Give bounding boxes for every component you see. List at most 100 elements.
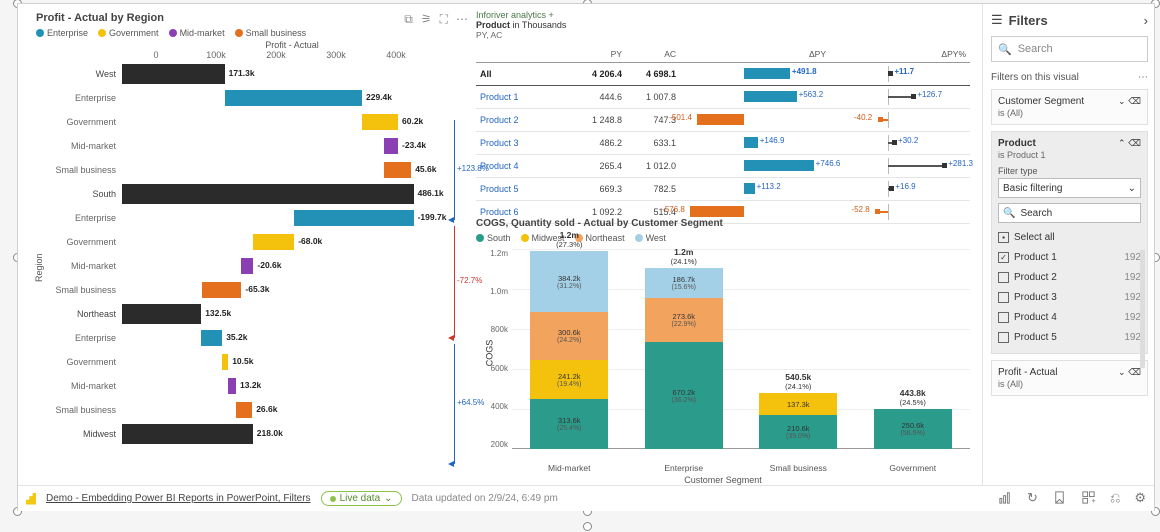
stack-segment[interactable]: 250.6k(56.5%)	[874, 409, 952, 449]
bar-row[interactable]: Mid-market-20.6k	[36, 254, 468, 278]
table-row[interactable]: Product 4265.41 012.0+746.6+281.3	[476, 155, 970, 178]
chevron-down-icon[interactable]: ⌄	[1118, 96, 1126, 106]
copy-icon[interactable]: ⧉	[404, 12, 413, 27]
filter-item[interactable]: Product 4192	[998, 307, 1141, 327]
clear-icon[interactable]: ⌫	[1128, 138, 1141, 148]
clear-icon[interactable]: ⌫	[1128, 367, 1141, 377]
bar-row[interactable]: Mid-market-23.4k	[36, 134, 468, 158]
bar-row[interactable]: South486.1k	[36, 182, 468, 206]
stacked-column[interactable]: 670.2k(36.2%)273.6k(22.9%)186.7k(15.6%)1…	[641, 268, 727, 449]
filter-type-select[interactable]: Basic filtering⌄	[998, 178, 1141, 198]
filter-card-product[interactable]: Product ⌃ ⌫ is Product 1 Filter type Bas…	[991, 131, 1148, 354]
focus-mode-icon[interactable]: ⛶	[440, 12, 448, 27]
checkbox[interactable]: ✓	[998, 252, 1009, 263]
row-label: Mid-market	[36, 141, 122, 151]
stack-segment[interactable]: 384.2k(31.2%)	[530, 251, 608, 312]
filter-card-customer-segment[interactable]: Customer Segment ⌄ ⌫ is (All)	[991, 89, 1148, 125]
stacked-column[interactable]: 313.6k(25.4%)241.2k(19.4%)300.6k(24.2%)3…	[526, 251, 612, 449]
row-label: Small business	[36, 165, 122, 175]
chevron-down-icon: ⌄	[1128, 183, 1136, 194]
stack-segment[interactable]: 137.3k	[759, 393, 837, 415]
search-icon: 🔍	[1003, 208, 1015, 219]
scrollbar[interactable]	[1140, 250, 1145, 368]
filters-search[interactable]: 🔍 Search	[991, 36, 1148, 62]
table-row[interactable]: All4 206.44 698.1+491.8+11.7	[476, 63, 970, 86]
table-row[interactable]: Product 3486.2633.1+146.9+30.2	[476, 132, 970, 155]
clear-icon[interactable]: ⌫	[1128, 96, 1141, 106]
bar-row[interactable]: Small business-65.3k	[36, 278, 468, 302]
share-icon[interactable]: +	[1081, 490, 1096, 508]
insights-icon[interactable]	[998, 490, 1013, 508]
column-total: 443.8k(24.5%)	[870, 388, 956, 407]
row-label: Enterprise	[36, 333, 122, 343]
row-label: Northeast	[36, 309, 122, 319]
settings-icon[interactable]: ⚙	[1134, 490, 1146, 508]
bar-row[interactable]: West171.3k	[36, 62, 468, 86]
product-search[interactable]: 🔍Search	[998, 203, 1141, 223]
more-icon[interactable]: ⋯	[456, 12, 468, 27]
checkbox[interactable]: ▪	[998, 232, 1009, 243]
bar-row[interactable]: Small business26.6k	[36, 398, 468, 422]
bar-row[interactable]: Enterprise-199.7k	[36, 206, 468, 230]
reset-icon[interactable]: ⎌	[1110, 490, 1120, 508]
stack-segment[interactable]: 241.2k(19.4%)	[530, 360, 608, 399]
legend: Enterprise Government Mid-market Small b…	[36, 28, 468, 38]
bar-row[interactable]: Enterprise229.4k	[36, 86, 468, 110]
bar-row[interactable]: Government10.5k	[36, 350, 468, 374]
bookmark-icon[interactable]	[1052, 490, 1067, 508]
bar-row[interactable]: Enterprise35.2k	[36, 326, 468, 350]
stack-segment[interactable]: 300.6k(24.2%)	[530, 312, 608, 360]
chevron-up-icon[interactable]: ⌃	[1118, 138, 1126, 148]
collapse-icon[interactable]: ›	[1144, 13, 1148, 28]
row-label: Government	[36, 117, 122, 127]
filter-icon[interactable]: ⚞	[421, 12, 432, 27]
x-axis-title: Profit - Actual	[36, 40, 468, 50]
filter-item[interactable]: Product 3192	[998, 287, 1141, 307]
row-label: West	[36, 69, 122, 79]
row-label: Enterprise	[36, 213, 122, 223]
table-row[interactable]: Product 21 248.8747.3-501.4-40.2	[476, 109, 970, 132]
bar-row[interactable]: Government-68.0k	[36, 230, 468, 254]
visual-product-table[interactable]: Inforiver analytics + Product in Thousan…	[476, 10, 970, 208]
row-label: Mid-market	[36, 261, 122, 271]
live-data-badge[interactable]: Live data⌄	[321, 491, 402, 506]
table-row[interactable]: Product 1444.61 007.8+563.2+126.7	[476, 86, 970, 109]
checkbox[interactable]	[998, 332, 1009, 343]
row-label: Government	[36, 237, 122, 247]
refresh-icon[interactable]: ↻	[1027, 490, 1038, 508]
bar-row[interactable]: Small business45.6k	[36, 158, 468, 182]
stack-segment[interactable]: 210.6k(39.0%)	[759, 415, 837, 449]
bar-row[interactable]: Government60.2k	[36, 110, 468, 134]
stacked-column[interactable]: 210.6k(39.0%)137.3k540.5k(24.1%)	[755, 393, 841, 449]
report-link[interactable]: Demo - Embedding Power BI Reports in Pow…	[46, 493, 311, 504]
row-label: Mid-market	[36, 381, 122, 391]
stacked-title: COGS, Quantity sold - Actual by Customer…	[476, 218, 970, 229]
filter-card-profit-actual[interactable]: Profit - Actual ⌄ ⌫ is (All)	[991, 360, 1148, 396]
chevron-down-icon[interactable]: ⌄	[1118, 367, 1126, 377]
more-icon[interactable]: ⋯	[1138, 72, 1148, 83]
column-total: 540.5k(24.1%)	[755, 372, 841, 391]
filter-item[interactable]: ▪Select all	[998, 227, 1141, 247]
table-row[interactable]: Product 5669.3782.5+113.2+16.9	[476, 178, 970, 201]
visual-profit-by-region[interactable]: ⧉ ⚞ ⛶ ⋯ Profit - Actual by Region Enterp…	[36, 12, 468, 488]
x-axis-title: Customer Segment	[476, 475, 970, 485]
bar-chart-area: West171.3kEnterprise229.4kGovernment60.2…	[36, 62, 468, 446]
stacked-column[interactable]: 250.6k(56.5%)443.8k(24.5%)	[870, 409, 956, 449]
stack-segment[interactable]: 670.2k(36.2%)	[645, 342, 723, 449]
variance-table: PY AC ΔPY ΔPY% All4 206.44 698.1+491.8+1…	[476, 46, 970, 224]
filter-item[interactable]: ✓Product 1192	[998, 247, 1141, 267]
filter-item[interactable]: Product 5192	[998, 327, 1141, 347]
checkbox[interactable]	[998, 272, 1009, 283]
bar-row[interactable]: Mid-market13.2k	[36, 374, 468, 398]
stack-segment[interactable]: 313.6k(25.4%)	[530, 399, 608, 449]
row-label: South	[36, 189, 122, 199]
bar-row[interactable]: Northeast132.5k	[36, 302, 468, 326]
bar-row[interactable]: Midwest218.0k	[36, 422, 468, 446]
stack-segment[interactable]: 186.7k(15.6%)	[645, 268, 723, 298]
filter-item[interactable]: Product 2192	[998, 267, 1141, 287]
svg-text:+: +	[1091, 496, 1096, 505]
visual-cogs-stacked[interactable]: COGS, Quantity sold - Actual by Customer…	[476, 218, 970, 486]
stack-segment[interactable]: 273.6k(22.9%)	[645, 298, 723, 342]
checkbox[interactable]	[998, 292, 1009, 303]
checkbox[interactable]	[998, 312, 1009, 323]
